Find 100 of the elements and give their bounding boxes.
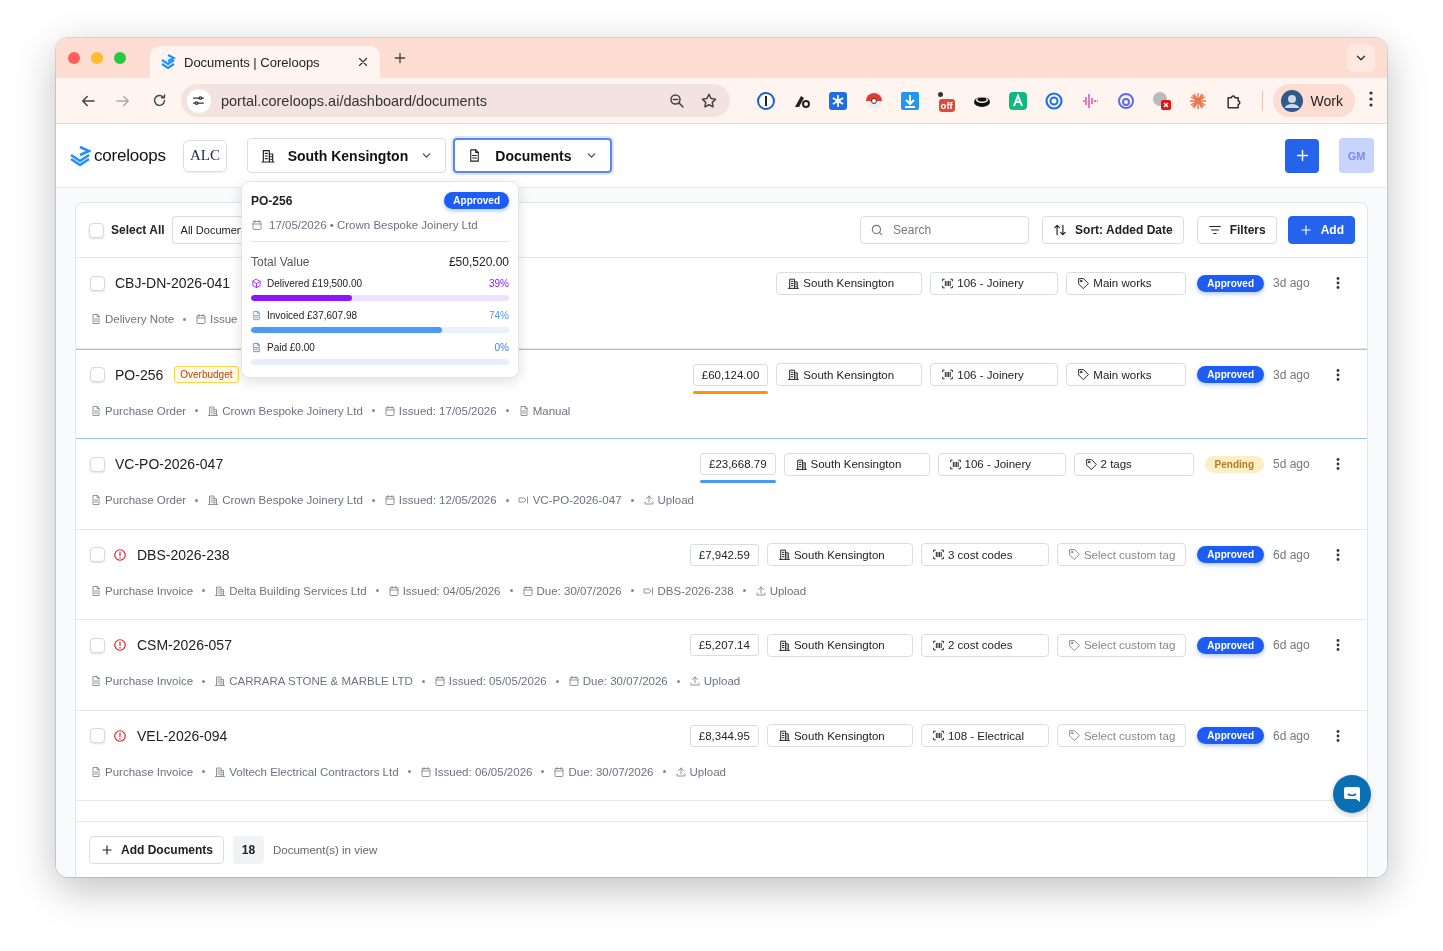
waveform-icon xyxy=(1080,92,1099,109)
select-all-checkbox[interactable] xyxy=(89,222,104,238)
document-id[interactable]: CBJ-DN-2026-041 xyxy=(115,275,231,291)
document-row[interactable]: VC-PO-2026-047 £23,668.79 South Kensington 106 - Joinery 2 tags Pending 5d ago Purchase Order Crown Bespoke Joinery Ltd Issued: 12/05/2026 VC-PO-2026-047 Upload xyxy=(76,439,1367,530)
meta-text: Issued: 12/05/2026 xyxy=(398,494,497,506)
plus-icon xyxy=(392,50,408,66)
total-value: £50,520.00 xyxy=(448,255,509,269)
building-icon xyxy=(777,729,791,742)
meta-text: Upload xyxy=(703,675,741,687)
add-documents-button[interactable]: Add Documents xyxy=(89,835,224,864)
zoom-icon xyxy=(667,91,686,110)
close-tab-button[interactable] xyxy=(356,55,370,69)
tag-chip[interactable]: Main works xyxy=(1066,271,1187,295)
site-chip[interactable]: South Kensington xyxy=(766,633,913,657)
row-checkbox[interactable] xyxy=(90,367,105,382)
count-label: Document(s) in view xyxy=(273,843,378,856)
browser-tab[interactable]: Documents | Coreloops xyxy=(150,46,380,78)
new-tab-button[interactable] xyxy=(392,50,408,66)
settings-icon xyxy=(191,93,207,108)
document-icon xyxy=(251,342,262,353)
view-select[interactable]: Documents xyxy=(452,138,612,173)
document-icon xyxy=(90,765,102,778)
tag-chip[interactable]: Select custom tag xyxy=(1056,543,1187,566)
document-id[interactable]: VC-PO-2026-047 xyxy=(115,456,224,472)
zoom-button[interactable] xyxy=(667,91,686,110)
row-checkbox[interactable] xyxy=(90,275,105,291)
cost-code-chip[interactable]: 106 - Joinery xyxy=(930,271,1059,295)
document-icon xyxy=(90,675,102,687)
cost-code-chip[interactable]: 108 - Electrical xyxy=(920,724,1049,747)
add-button[interactable]: Add xyxy=(1287,216,1355,244)
create-button[interactable] xyxy=(1285,138,1319,173)
meta-text: CARRARA STONE & MARBLE LTD xyxy=(229,675,413,687)
blocked-icon xyxy=(1151,90,1172,111)
site-chip[interactable]: South Kensington xyxy=(776,271,923,295)
building-icon xyxy=(207,404,220,417)
snowflake-icon xyxy=(828,91,847,110)
status-badge: Approved xyxy=(1197,366,1264,383)
cost-code-chip[interactable]: 106 - Joinery xyxy=(937,452,1066,476)
meta-text: Delta Building Services Ltd xyxy=(229,584,367,597)
tag-chip[interactable]: Select custom tag xyxy=(1056,724,1187,747)
row-checkbox[interactable] xyxy=(90,547,105,562)
document-icon xyxy=(90,404,102,417)
client-logo: ALC xyxy=(182,139,227,172)
cost-code-chip[interactable]: 2 cost codes xyxy=(920,633,1049,657)
url-text: portal.coreloops.ai/dashboard/documents xyxy=(220,92,488,109)
tag-chip[interactable]: 2 tags xyxy=(1073,452,1194,476)
extension-button[interactable]: off xyxy=(927,88,964,113)
tag-chip[interactable]: Main works xyxy=(1066,363,1187,386)
total-label: Total Value xyxy=(251,255,310,269)
site-chip[interactable]: South Kensington xyxy=(783,452,930,476)
document-row[interactable]: DBS-2026-238 £7,942.59 South Kensington 3 cost codes Select custom tag Approved 6d ago Purchase Invoice Delta Building Services Ltd Issued: 04/05/2026 Due: 30/07/2026 DBS-2026-238 Upload xyxy=(76,529,1367,620)
document-id[interactable]: DBS-2026-238 xyxy=(137,546,230,563)
cube-icon xyxy=(251,278,262,289)
amount-chip: £60,124.00 xyxy=(692,363,769,386)
document-count: 18 xyxy=(233,835,264,864)
meta-text: Upload xyxy=(689,765,726,778)
filter-icon xyxy=(1207,223,1222,237)
calendar-icon xyxy=(553,765,566,778)
meta-text: Due: 30/07/2026 xyxy=(536,584,622,597)
document-id[interactable]: VEL-2026-094 xyxy=(137,727,228,744)
tag-chip[interactable]: Select custom tag xyxy=(1056,633,1187,657)
cost-code-chip[interactable]: 106 - Joinery xyxy=(930,363,1059,386)
close-window-button[interactable] xyxy=(68,52,80,64)
document-row[interactable]: VEL-2026-094 £8,344.95 South Kensington 108 - Electrical Select custom tag Approved 6d ago Purchase Invoice Voltech Electrical Contractors Ltd Issued: 06/05/2026 Due: 30/07/2026 Upload xyxy=(76,710,1367,801)
document-id[interactable]: PO-256 xyxy=(115,366,164,383)
calendar-icon xyxy=(433,675,446,687)
search-field[interactable]: Search xyxy=(860,216,1030,244)
ball-icon xyxy=(864,91,883,110)
filters-button[interactable]: Filters xyxy=(1196,216,1277,244)
building-icon xyxy=(787,276,801,290)
row-checkbox[interactable] xyxy=(90,728,105,743)
cost-code-chip[interactable]: 3 cost codes xyxy=(920,543,1049,566)
site-chip[interactable]: South Kensington xyxy=(766,543,913,566)
address-bar[interactable]: portal.coreloops.ai/dashboard/documents xyxy=(180,84,730,117)
spiral-icon xyxy=(1116,91,1135,110)
row-checkbox[interactable] xyxy=(90,637,105,653)
more-icon xyxy=(1336,548,1340,561)
building-icon xyxy=(214,765,227,778)
progress-percent: 74% xyxy=(489,310,509,321)
label-icon xyxy=(642,584,655,597)
document-row[interactable]: CSM-2026-057 £5,207.14 South Kensington 2 cost codes Select custom tag Approved 6d ago Purchase Invoice CARRARA STONE & MARBLE LTD Issued: 05/05/2026 Due: 30/07/2026 Upload xyxy=(76,620,1367,711)
document-id[interactable]: CSM-2026-057 xyxy=(137,637,232,653)
age-text: 6d ago xyxy=(1273,728,1311,743)
more-icon xyxy=(1336,368,1340,381)
site-select[interactable]: South Kensington xyxy=(246,138,446,173)
sort-button[interactable]: Sort: Added Date xyxy=(1042,216,1184,244)
building-icon xyxy=(214,584,227,597)
calendar-icon xyxy=(383,494,396,506)
bookmark-button[interactable] xyxy=(699,91,718,110)
profile-button[interactable]: Work xyxy=(1272,84,1355,117)
site-chip[interactable]: South Kensington xyxy=(776,363,923,386)
document-icon xyxy=(517,404,530,417)
close-icon xyxy=(356,55,370,69)
plus-icon xyxy=(1298,223,1313,237)
row-checkbox[interactable] xyxy=(90,456,105,472)
overbudget-badge: Overbudget xyxy=(174,366,239,383)
bars-icon xyxy=(941,368,955,381)
site-chip[interactable]: South Kensington xyxy=(766,724,913,747)
amount-chip: £8,344.95 xyxy=(689,724,759,747)
tag-icon xyxy=(1077,276,1091,290)
